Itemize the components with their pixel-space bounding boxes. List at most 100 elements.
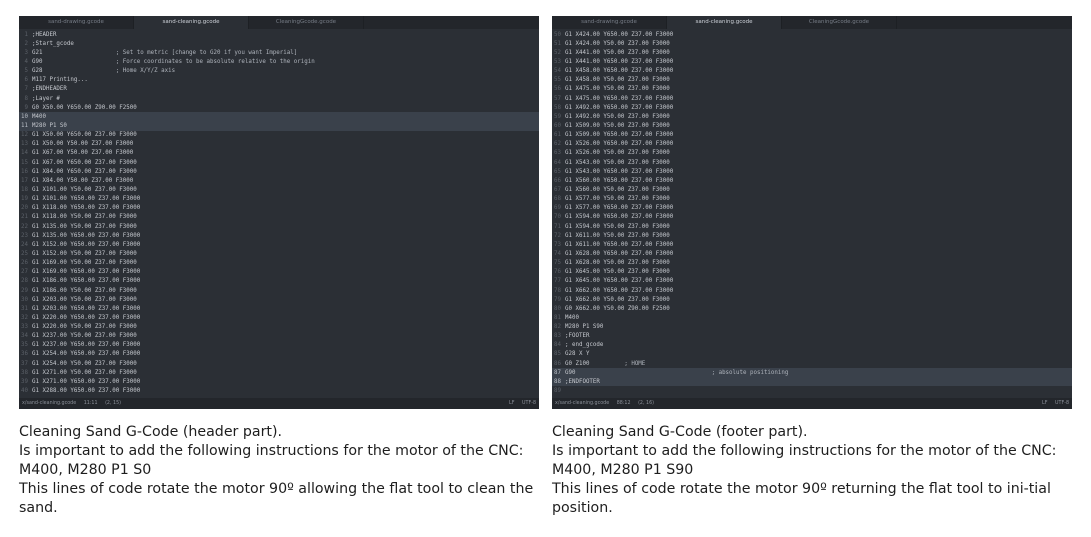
code-line[interactable]: 65 G1 X543.00 Y650.00 Z37.00 F3000 xyxy=(552,167,1072,176)
code-line[interactable]: 67 G1 X560.00 Y50.00 Z37.00 F3000 xyxy=(552,185,1072,194)
code-text: G1 X101.00 Y50.00 Z37.00 F3000 xyxy=(32,186,137,193)
code-line[interactable]: 84 ; end_gcode xyxy=(552,341,1072,350)
code-line[interactable]: 3 G21 ; Set to metric [change to G20 if y… xyxy=(19,48,539,57)
code-line[interactable]: 32 G1 X220.00 Y650.00 Z37.00 F3000 xyxy=(19,313,539,322)
code-line[interactable]: 1 ;HEADER xyxy=(19,30,539,39)
code-line[interactable]: 40 G1 X288.00 Y650.00 Z37.00 F3000 xyxy=(19,386,539,395)
code-line[interactable]: 7 ;ENDHEADER xyxy=(19,85,539,94)
code-line[interactable]: 62 G1 X526.00 Y650.00 Z37.00 F3000 xyxy=(552,140,1072,149)
code-line[interactable]: 23 G1 X135.00 Y650.00 Z37.00 F3000 xyxy=(19,231,539,240)
code-line[interactable]: 88 ;ENDFOOTER xyxy=(552,377,1072,387)
code-line[interactable]: 13 G1 X50.00 Y50.00 Z37.00 F3000 xyxy=(19,140,539,149)
code-line[interactable]: 19 G1 X101.00 Y650.00 Z37.00 F3000 xyxy=(19,195,539,204)
code-line[interactable]: 72 G1 X611.00 Y50.00 Z37.00 F3000 xyxy=(552,231,1072,240)
code-line[interactable]: 82 M280 P1 S90 xyxy=(552,323,1072,332)
code-line[interactable]: 78 G1 X662.00 Y650.00 Z37.00 F3000 xyxy=(552,286,1072,295)
code-line[interactable]: 39 G1 X271.00 Y650.00 Z37.00 F3000 xyxy=(19,377,539,386)
code-line[interactable]: 64 G1 X543.00 Y50.00 Z37.00 F3000 xyxy=(552,158,1072,167)
code-line[interactable]: 57 G1 X475.00 Y650.00 Z37.00 F3000 xyxy=(552,94,1072,103)
code-line[interactable]: 10 M400 xyxy=(19,112,539,122)
code-line[interactable]: 36 G1 X254.00 Y650.00 Z37.00 F3000 xyxy=(19,350,539,359)
status-cursor-position[interactable]: (2, 15) xyxy=(105,401,121,406)
code-line[interactable]: 51 G1 X424.00 Y50.00 Z37.00 F3000 xyxy=(552,39,1072,48)
code-line[interactable]: 89 xyxy=(552,386,1072,395)
code-line[interactable]: 58 G1 X492.00 Y650.00 Z37.00 F3000 xyxy=(552,103,1072,112)
code-line[interactable]: 60 G1 X509.00 Y50.00 Z37.00 F3000 xyxy=(552,121,1072,130)
code-line[interactable]: 63 G1 X526.00 Y50.00 Z37.00 F3000 xyxy=(552,149,1072,158)
code-line[interactable]: 8 ;Layer # xyxy=(19,94,539,103)
code-editor[interactable]: 1 ;HEADER 2 ;Start_gcode 3 G21 ; Set to metri… xyxy=(19,29,539,398)
code-line[interactable]: 11 M280 P1 S0 xyxy=(19,121,539,131)
code-line[interactable]: 59 G1 X492.00 Y50.00 Z37.00 F3000 xyxy=(552,112,1072,121)
code-line[interactable]: 33 G1 X220.00 Y50.00 Z37.00 F3000 xyxy=(19,323,539,332)
code-line[interactable]: 66 G1 X560.00 Y650.00 Z37.00 F3000 xyxy=(552,176,1072,185)
code-text: G1 X492.00 Y50.00 Z37.00 F3000 xyxy=(565,113,670,120)
code-line[interactable]: 4 G90 ; Force coordinates to be absolute … xyxy=(19,57,539,66)
code-line[interactable]: 53 G1 X441.00 Y650.00 Z37.00 F3000 xyxy=(552,57,1072,66)
code-line[interactable]: 74 G1 X628.00 Y650.00 Z37.00 F3000 xyxy=(552,249,1072,258)
code-line[interactable]: 55 G1 X458.00 Y50.00 Z37.00 F3000 xyxy=(552,76,1072,85)
code-editor[interactable]: 50 G1 X424.00 Y650.00 Z37.00 F3000 51 G1 X4… xyxy=(552,29,1072,398)
code-line[interactable]: 26 G1 X169.00 Y50.00 Z37.00 F3000 xyxy=(19,259,539,268)
tab-file[interactable]: sand-drawing.gcode xyxy=(552,16,667,29)
code-line[interactable]: 17 G1 X84.00 Y50.00 Z37.00 F3000 xyxy=(19,176,539,185)
code-line[interactable]: 68 G1 X577.00 Y50.00 Z37.00 F3000 xyxy=(552,195,1072,204)
code-line[interactable]: 56 G1 X475.00 Y50.00 Z37.00 F3000 xyxy=(552,85,1072,94)
code-line[interactable]: 21 G1 X118.00 Y50.00 Z37.00 F3000 xyxy=(19,213,539,222)
code-line[interactable]: 18 G1 X101.00 Y50.00 Z37.00 F3000 xyxy=(19,185,539,194)
code-line[interactable]: 37 G1 X254.00 Y50.00 Z37.00 F3000 xyxy=(19,359,539,368)
code-line[interactable]: 20 G1 X118.00 Y650.00 Z37.00 F3000 xyxy=(19,204,539,213)
code-line[interactable]: 31 G1 X203.00 Y650.00 Z37.00 F3000 xyxy=(19,304,539,313)
code-line[interactable]: 5 G28 ; Home X/Y/Z axis xyxy=(19,67,539,76)
code-line[interactable]: 22 G1 X135.00 Y50.00 Z37.00 F3000 xyxy=(19,222,539,231)
status-encoding[interactable]: UTF-8 xyxy=(1055,401,1069,406)
code-line[interactable]: 83 ;FOOTER xyxy=(552,332,1072,341)
status-file-path[interactable]: x/sand-cleaning.gcode xyxy=(22,401,76,406)
line-number: 60 xyxy=(554,122,561,129)
code-line[interactable]: 77 G1 X645.00 Y650.00 Z37.00 F3000 xyxy=(552,277,1072,286)
code-line[interactable]: 73 G1 X611.00 Y650.00 Z37.00 F3000 xyxy=(552,240,1072,249)
code-line[interactable]: 61 G1 X509.00 Y650.00 Z37.00 F3000 xyxy=(552,131,1072,140)
code-line[interactable]: 75 G1 X628.00 Y50.00 Z37.00 F3000 xyxy=(552,259,1072,268)
code-line[interactable]: 81 M400 xyxy=(552,313,1072,322)
code-line[interactable]: 79 G1 X662.00 Y50.00 Z37.00 F3000 xyxy=(552,295,1072,304)
status-line-ending[interactable]: LF xyxy=(509,401,514,406)
code-line[interactable]: 15 G1 X67.00 Y650.00 Z37.00 F3000 xyxy=(19,158,539,167)
code-line[interactable]: 50 G1 X424.00 Y650.00 Z37.00 F3000 xyxy=(552,30,1072,39)
code-line[interactable]: 80 G0 X662.00 Y50.00 Z90.00 F2500 xyxy=(552,304,1072,313)
code-line[interactable]: 71 G1 X594.00 Y50.00 Z37.00 F3000 xyxy=(552,222,1072,231)
code-line[interactable]: 69 G1 X577.00 Y650.00 Z37.00 F3000 xyxy=(552,204,1072,213)
tab-file[interactable]: CleaningGcode.gcode xyxy=(782,16,897,29)
code-line[interactable]: 14 G1 X67.00 Y50.00 Z37.00 F3000 xyxy=(19,149,539,158)
status-line-ending[interactable]: LF xyxy=(1042,401,1047,406)
code-line[interactable]: 12 G1 X50.00 Y650.00 Z37.00 F3000 xyxy=(19,131,539,140)
status-encoding[interactable]: UTF-8 xyxy=(522,401,536,406)
code-line[interactable]: 9 G0 X50.00 Y650.00 Z90.00 F2500 xyxy=(19,103,539,112)
status-cursor-position[interactable]: (2, 16) xyxy=(638,401,654,406)
code-line[interactable]: 34 G1 X237.00 Y50.00 Z37.00 F3000 xyxy=(19,332,539,341)
tab-file[interactable]: sand-cleaning.gcode xyxy=(667,16,782,29)
status-file-path[interactable]: x/sand-cleaning.gcode xyxy=(555,401,609,406)
code-line[interactable]: 52 G1 X441.00 Y50.00 Z37.00 F3000 xyxy=(552,48,1072,57)
code-line[interactable]: 2 ;Start_gcode xyxy=(19,39,539,48)
code-line[interactable]: 25 G1 X152.00 Y50.00 Z37.00 F3000 xyxy=(19,249,539,258)
code-line[interactable]: 85 G28 X Y xyxy=(552,350,1072,359)
code-line[interactable]: 35 G1 X237.00 Y650.00 Z37.00 F3000 xyxy=(19,341,539,350)
code-line[interactable]: 38 G1 X271.00 Y50.00 Z37.00 F3000 xyxy=(19,368,539,377)
code-line[interactable]: 29 G1 X186.00 Y50.00 Z37.00 F3000 xyxy=(19,286,539,295)
code-line[interactable]: 54 G1 X458.00 Y650.00 Z37.00 F3000 xyxy=(552,67,1072,76)
code-line[interactable]: 16 G1 X84.00 Y650.00 Z37.00 F3000 xyxy=(19,167,539,176)
code-line[interactable]: 87 G90 ; absolute positioning xyxy=(552,368,1072,378)
code-line[interactable]: 30 G1 X203.00 Y50.00 Z37.00 F3000 xyxy=(19,295,539,304)
code-line[interactable]: 27 G1 X169.00 Y650.00 Z37.00 F3000 xyxy=(19,268,539,277)
code-line[interactable]: 86 G0 Z100 ; HOME xyxy=(552,359,1072,368)
code-line[interactable]: 28 G1 X186.00 Y650.00 Z37.00 F3000 xyxy=(19,277,539,286)
tab-file[interactable]: sand-drawing.gcode xyxy=(19,16,134,29)
code-line[interactable]: 70 G1 X594.00 Y650.00 Z37.00 F3000 xyxy=(552,213,1072,222)
code-line[interactable]: 24 G1 X152.00 Y650.00 Z37.00 F3000 xyxy=(19,240,539,249)
tab-file[interactable]: sand-cleaning.gcode xyxy=(134,16,249,29)
code-line[interactable]: 76 G1 X645.00 Y50.00 Z37.00 F3000 xyxy=(552,268,1072,277)
code-line[interactable]: 6 M117 Printing... xyxy=(19,76,539,85)
tab-file[interactable]: CleaningGcode.gcode xyxy=(249,16,364,29)
caption-instructions: Is important to add the following instru… xyxy=(552,443,1057,478)
